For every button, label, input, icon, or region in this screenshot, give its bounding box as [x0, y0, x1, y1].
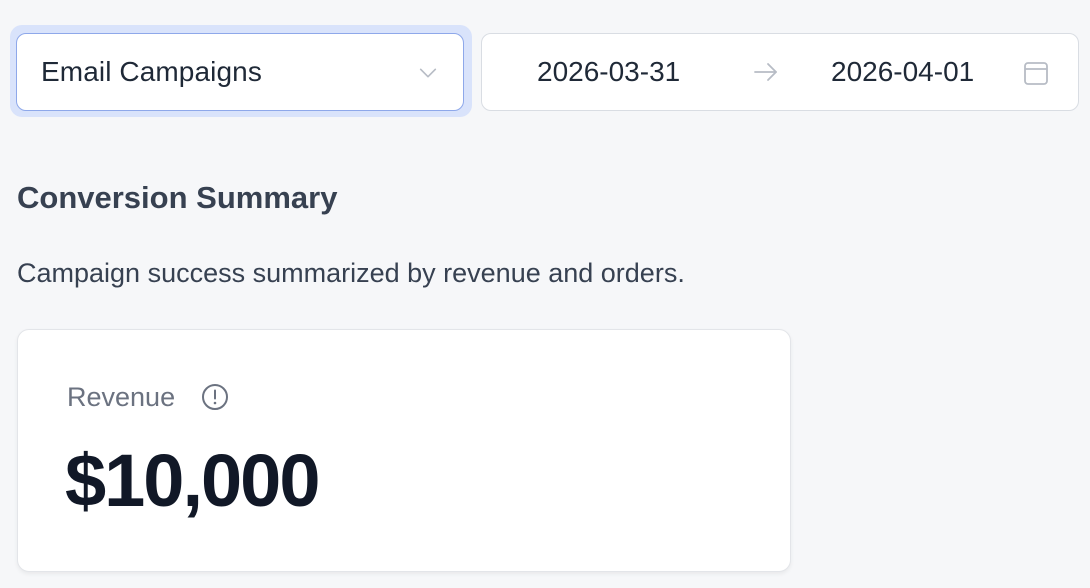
campaign-select-value: Email Campaigns [41, 56, 262, 87]
date-end-input[interactable]: 2026-04-01 [831, 56, 974, 88]
info-icon[interactable] [200, 382, 230, 412]
section-title: Conversion Summary [17, 180, 338, 215]
calendar-icon[interactable] [1022, 59, 1050, 87]
date-start-input[interactable]: 2026-03-31 [537, 56, 680, 88]
chevron-down-icon [419, 68, 437, 78]
revenue-card: Revenue $10,000 [17, 329, 791, 572]
metric-label: Revenue [67, 382, 176, 412]
arrow-right-icon [754, 63, 777, 81]
date-range-picker[interactable]: 2026-03-31 2026-04-01 [481, 33, 1079, 111]
section-description: Campaign success summarized by revenue a… [17, 258, 685, 288]
campaign-select[interactable]: Email Campaigns [16, 33, 464, 111]
metric-value: $10,000 [65, 439, 320, 522]
